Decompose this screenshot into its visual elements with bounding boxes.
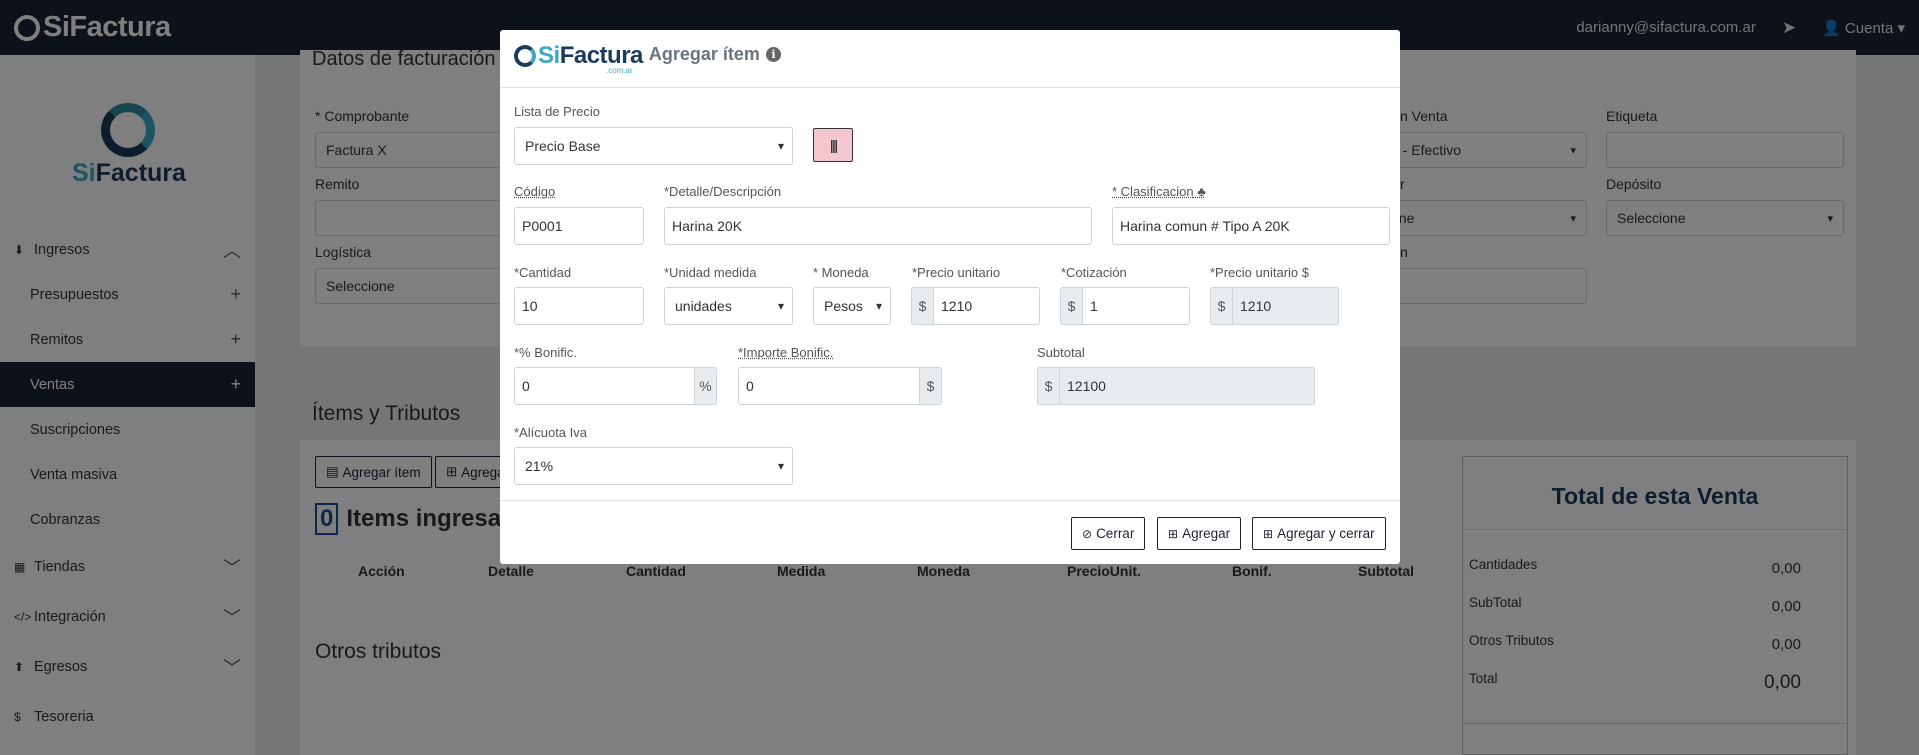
detalle-label: *Detalle/Descripción xyxy=(664,184,782,199)
cerrar-button[interactable]: ⊘ Cerrar xyxy=(1071,517,1146,550)
clasificacion-input[interactable]: Harina comun # Tipo A 20K xyxy=(1112,207,1390,245)
chevron-down-icon: ▾ xyxy=(777,139,784,153)
agregar-button[interactable]: ⊞ Agregar xyxy=(1157,517,1242,550)
precio-unitario-value: 1210 xyxy=(941,298,973,314)
plus-square-icon: ⊞ xyxy=(1168,526,1179,541)
codigo-value: P0001 xyxy=(522,218,563,234)
moneda-value: Pesos xyxy=(824,298,863,314)
cantidad-value: 10 xyxy=(522,298,538,314)
bonificacion-input[interactable]: 0 xyxy=(514,367,695,405)
chevron-down-icon: ▾ xyxy=(777,299,784,313)
modal-footer: ⊘ Cerrar ⊞ Agregar ⊞ Agregar y cerrar xyxy=(500,500,1400,564)
currency-addon: $ xyxy=(1037,367,1060,405)
subtotal-value: 12100 xyxy=(1067,378,1106,394)
detalle-input[interactable]: Harina 20K xyxy=(664,207,1092,245)
tree-icon[interactable]: ♣ xyxy=(1197,184,1206,199)
add-item-modal: Si Factura .com.ar Agregar ítem i Lista de… xyxy=(500,30,1400,564)
currency-addon: $ xyxy=(911,287,934,325)
alicuota-iva-label: *Alícuota Iva xyxy=(514,425,587,440)
plus-square-icon: ⊞ xyxy=(1263,526,1274,541)
agregar-label: Agregar xyxy=(1182,526,1231,541)
modal-header: Si Factura .com.ar Agregar ítem i xyxy=(500,30,1400,88)
cotizacion-input[interactable]: 1 xyxy=(1082,287,1190,325)
currency-addon: $ xyxy=(1210,287,1233,325)
cantidad-input[interactable]: 10 xyxy=(514,287,644,325)
importe-bonificacion-input[interactable]: 0 xyxy=(738,367,920,405)
subtotal-input: 12100 xyxy=(1059,367,1315,405)
alicuota-iva-select[interactable]: 21% ▾ xyxy=(514,447,793,485)
info-icon[interactable]: i xyxy=(765,47,781,62)
ban-icon: ⊘ xyxy=(1082,526,1093,541)
cotizacion-value: 1 xyxy=(1090,298,1098,314)
unidad-medida-label: *Unidad medida xyxy=(664,265,757,280)
unidad-medida-select[interactable]: unidades ▾ xyxy=(664,287,793,325)
modal-logo-tld: .com.ar xyxy=(606,66,633,75)
unidad-medida-value: unidades xyxy=(675,298,732,314)
percent-addon: % xyxy=(694,367,717,405)
precio-unitario-usd-value: 1210 xyxy=(1240,298,1272,314)
modal-logo-si: Si xyxy=(538,42,560,69)
bonificacion-label: *% Bonific. xyxy=(514,345,577,360)
currency-addon: $ xyxy=(1060,287,1083,325)
precio-unitario-usd-label: *Precio unitario $ xyxy=(1210,265,1309,280)
modal-logo: Si Factura .com.ar xyxy=(514,42,643,75)
barcode-icon: |||| xyxy=(829,137,838,153)
lista-precio-value: Precio Base xyxy=(525,138,601,154)
modal-logo-ring-icon xyxy=(514,45,536,67)
lista-precio-label: Lista de Precio xyxy=(514,104,600,119)
lista-precio-select[interactable]: Precio Base ▾ xyxy=(514,127,793,165)
cantidad-label: *Cantidad xyxy=(514,265,572,280)
modal-title: Agregar ítem xyxy=(648,44,760,64)
alicuota-iva-value: 21% xyxy=(525,458,554,474)
detalle-value: Harina 20K xyxy=(672,218,743,234)
moneda-select[interactable]: Pesos ▾ xyxy=(813,287,891,325)
currency-addon: $ xyxy=(919,367,942,405)
clasificacion-label: * Clasificacion ♣ xyxy=(1112,184,1206,199)
barcode-button[interactable]: |||| xyxy=(813,128,853,162)
precio-unitario-label: *Precio unitario xyxy=(912,265,1001,280)
cerrar-label: Cerrar xyxy=(1096,526,1135,541)
codigo-label: Código xyxy=(514,184,556,199)
clasificacion-label-text: * Clasificacion xyxy=(1112,184,1194,199)
precio-unitario-usd-input: 1210 xyxy=(1232,287,1339,325)
subtotal-label: Subtotal xyxy=(1037,345,1085,360)
cotizacion-label: *Cotización xyxy=(1061,265,1127,280)
chevron-down-icon: ▾ xyxy=(875,299,882,313)
precio-unitario-input[interactable]: 1210 xyxy=(933,287,1040,325)
chevron-down-icon: ▾ xyxy=(777,459,784,473)
moneda-label: * Moneda xyxy=(813,265,869,280)
codigo-input[interactable]: P0001 xyxy=(514,207,644,245)
importe-bonificacion-value: 0 xyxy=(746,378,754,394)
bonificacion-value: 0 xyxy=(522,378,530,394)
agregar-y-cerrar-button[interactable]: ⊞ Agregar y cerrar xyxy=(1252,517,1386,550)
clasificacion-value: Harina comun # Tipo A 20K xyxy=(1120,218,1290,234)
agregar-y-cerrar-label: Agregar y cerrar xyxy=(1277,526,1375,541)
importe-bonificacion-label: *Importe Bonific. xyxy=(738,345,834,360)
